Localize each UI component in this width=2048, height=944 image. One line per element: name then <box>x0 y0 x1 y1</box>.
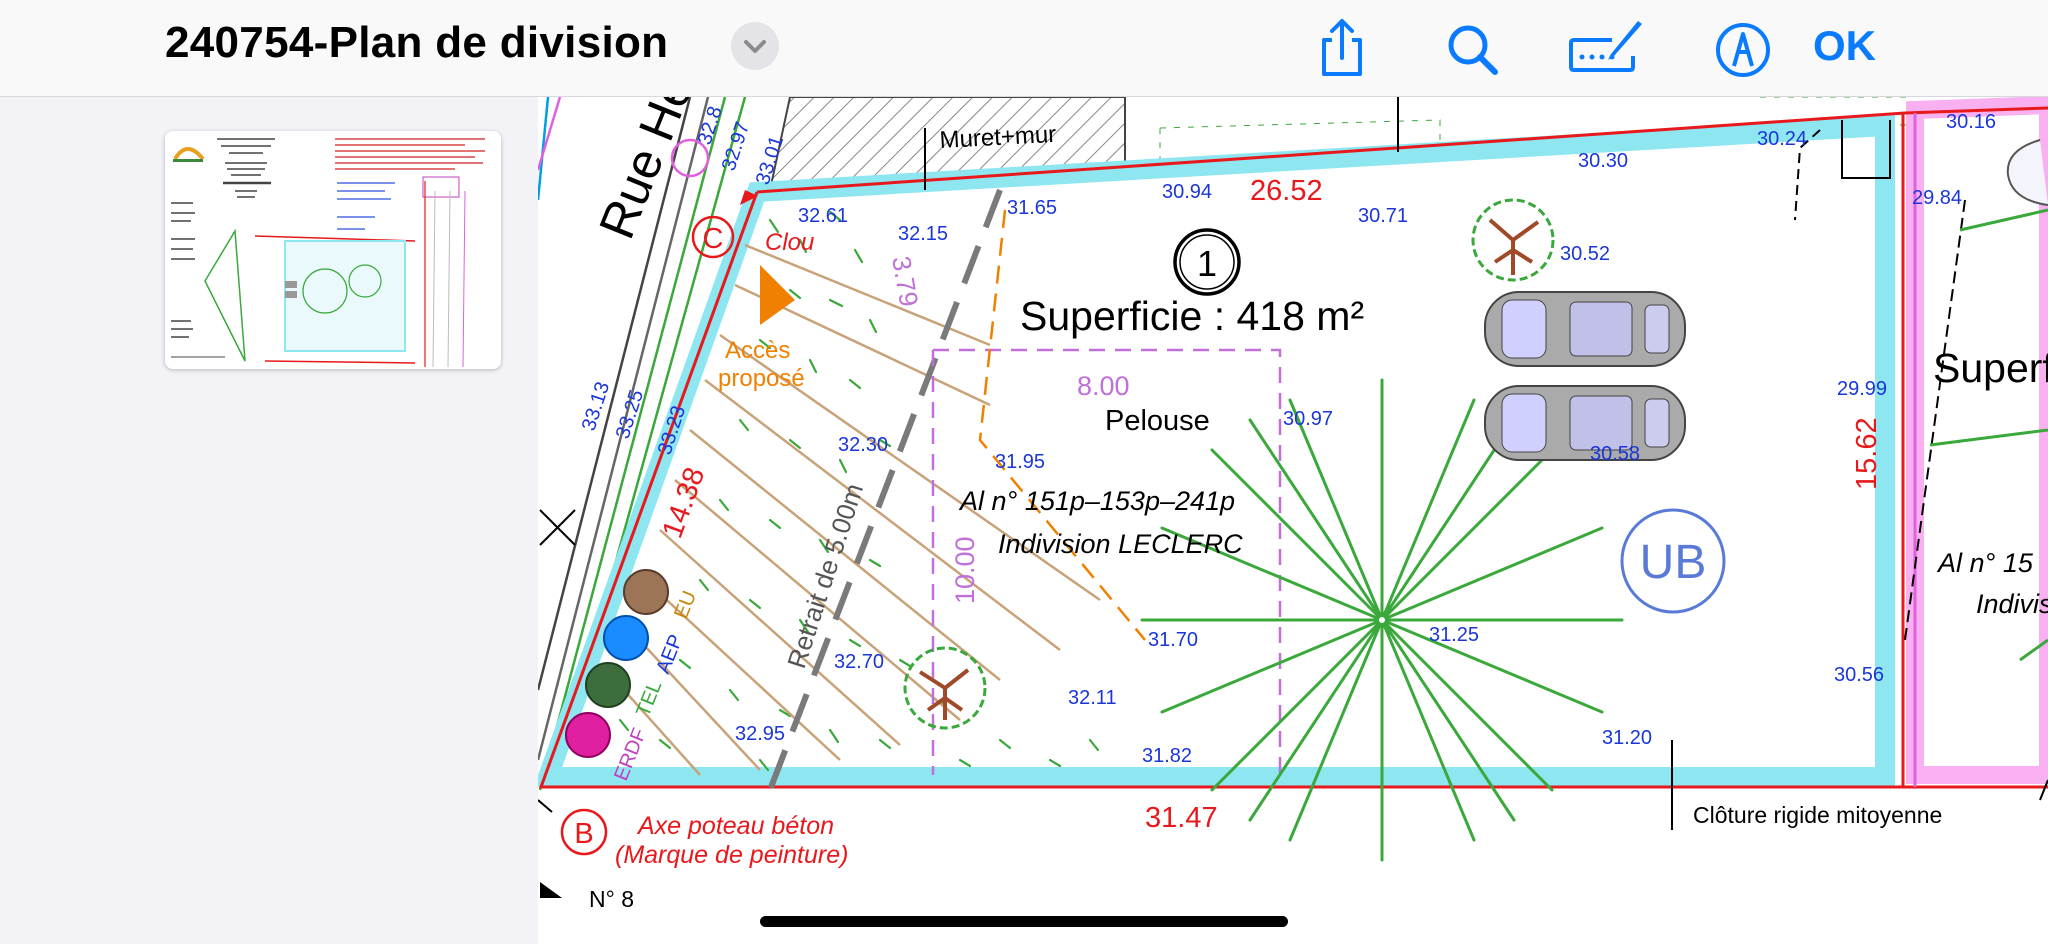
elevation-label: 32.15 <box>898 223 948 245</box>
navigation-bar: 240754-Plan de division OK <box>0 0 2048 97</box>
neighbor-parcel-ref: Al n° 15 <box>1936 548 2034 578</box>
home-indicator[interactable] <box>760 916 1288 927</box>
elevation-label: 30.58 <box>1590 443 1640 465</box>
share-button[interactable] <box>1310 16 1374 80</box>
pole-note: Axe poteau béton <box>636 812 834 840</box>
fence-label: Clôture rigide mitoyenne <box>1693 802 1942 828</box>
telecom-network-icon <box>585 662 631 708</box>
nail-label: Clou <box>765 229 814 256</box>
elevation-label: 32.61 <box>798 205 848 227</box>
elevation-label: 29.99 <box>1837 378 1887 400</box>
ok-button[interactable]: OK <box>1813 22 1876 70</box>
elevation-label: 32.11 <box>1068 687 1117 709</box>
search-button[interactable] <box>1440 16 1504 80</box>
page-thumbnail[interactable] <box>165 131 501 369</box>
elevation-label: 31.95 <box>995 451 1045 473</box>
elevation-label: 32.30 <box>838 434 888 456</box>
car-icon <box>1484 385 1686 461</box>
dimension-label: 15.62 <box>1851 417 1883 490</box>
division-plan-drawing: Rue Henri Muret+mur 1 Superficie : 418 m… <box>538 97 2048 944</box>
elevation-label: 30.52 <box>1560 243 1610 265</box>
annotate-icon <box>1569 21 1642 72</box>
search-icon <box>1448 25 1498 75</box>
document-title[interactable]: 240754-Plan de division <box>165 18 668 68</box>
thumbnail-preview <box>165 131 501 369</box>
elevation-label: 31.65 <box>1007 197 1057 219</box>
dimension-label: 8.00 <box>1077 371 1130 401</box>
water-network-icon <box>603 615 649 661</box>
title-menu-button[interactable] <box>731 22 779 70</box>
elevation-label: 30.30 <box>1578 150 1628 172</box>
lot-number: 1 <box>1197 243 1217 284</box>
markup-button[interactable] <box>1710 16 1774 80</box>
elevation-label: 31.20 <box>1602 727 1652 749</box>
neighbor-area-label: Superf <box>1933 345 2048 391</box>
elevation-label: 29.84 <box>1912 187 1962 209</box>
elevation-label: 30.24 <box>1757 128 1807 150</box>
area-label: Superficie : 418 m² <box>1020 293 1364 339</box>
neighbor-owner-label: Indivis <box>1976 589 2048 619</box>
lawn-label: Pelouse <box>1105 405 1210 437</box>
dimension-label: 10.00 <box>950 536 980 604</box>
elevation-label: 30.97 <box>1283 408 1333 430</box>
annotate-button[interactable] <box>1568 16 1648 80</box>
owner-label: Indivision LECLERC <box>998 529 1243 559</box>
electric-network-icon <box>565 712 611 758</box>
elevation-label: 30.56 <box>1834 664 1884 686</box>
house-number: N° 8 <box>589 886 634 912</box>
elevation-label: 30.16 <box>1946 111 1996 133</box>
share-icon <box>1322 19 1362 76</box>
dimension-label: 31.47 <box>1145 802 1218 834</box>
access-label: proposé <box>718 365 805 392</box>
sewer-network-icon <box>623 569 669 615</box>
pole-note: (Marque de peinture) <box>615 841 848 869</box>
point-b: B <box>574 818 593 850</box>
elevation-label: 30.71 <box>1358 205 1408 227</box>
car-icon <box>1484 291 1686 367</box>
elevation-label: 32.70 <box>834 651 884 673</box>
dimension-label: 26.52 <box>1250 175 1323 207</box>
elevation-label: 30.94 <box>1162 181 1212 203</box>
elevation-label: 31.82 <box>1142 745 1192 767</box>
zone-label: UB <box>1640 536 1707 589</box>
chevron-down-icon <box>744 40 766 53</box>
elevation-label: 31.70 <box>1148 629 1198 651</box>
plan-canvas[interactable]: Rue Henri Muret+mur 1 Superficie : 418 m… <box>538 97 2048 944</box>
elevation-label: 32.95 <box>735 723 785 745</box>
markup-icon <box>1716 23 1770 77</box>
elevation-label: 31.25 <box>1429 624 1479 646</box>
access-label: Accès <box>725 337 790 364</box>
parcel-ref: Al n° 151p–153p–241p <box>958 486 1235 516</box>
point-c: C <box>703 223 724 255</box>
